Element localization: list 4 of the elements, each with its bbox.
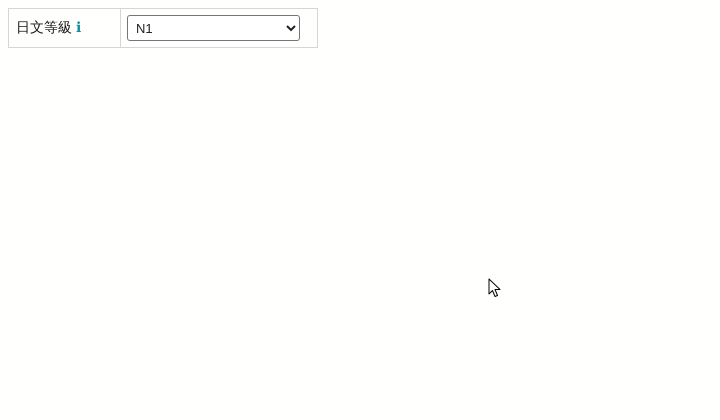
info-icon[interactable]: i: [76, 20, 82, 36]
level-dropdown[interactable]: N1: [127, 15, 300, 41]
pointer-cursor-icon: [488, 278, 501, 298]
field-label: 日文等級: [16, 19, 72, 37]
